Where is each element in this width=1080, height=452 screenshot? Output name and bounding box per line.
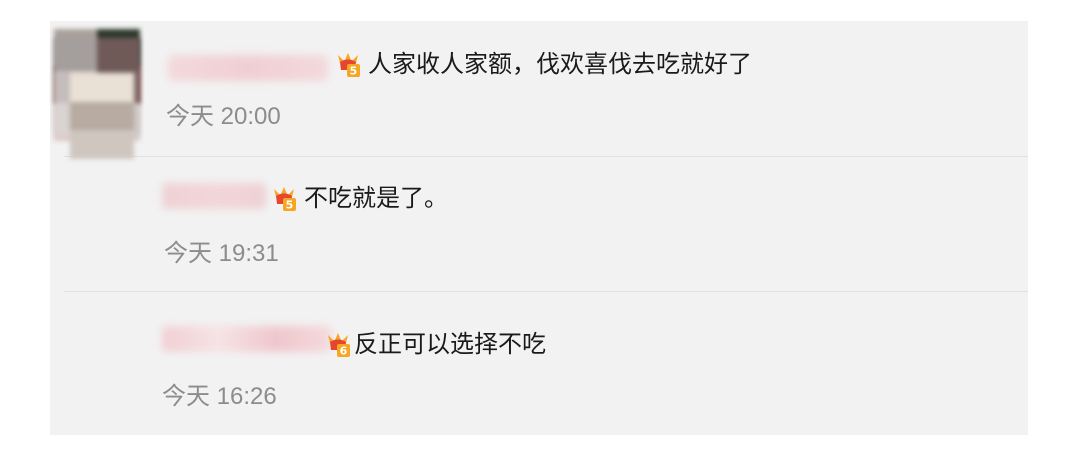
badge-level: 6 xyxy=(340,345,348,358)
comment-timestamp: 今天 20:00 xyxy=(166,103,281,130)
comment-text: 不吃就是了。 xyxy=(304,184,448,212)
level-badge-icon: 6 xyxy=(328,333,350,358)
comment-item xyxy=(50,291,1028,435)
username-blurred[interactable] xyxy=(168,55,328,81)
avatar[interactable] xyxy=(70,73,134,159)
comment-timestamp: 今天 16:26 xyxy=(162,383,277,410)
comment-list: 5 人家收人家额，伐欢喜伐去吃就好了 今天 20:00 5 不吃就是了。 今天 … xyxy=(50,21,1028,435)
comment-text: 反正可以选择不吃 xyxy=(354,330,546,358)
badge-level: 5 xyxy=(286,199,294,212)
comment-timestamp: 今天 19:31 xyxy=(164,240,279,267)
level-badge-icon: 5 xyxy=(338,53,360,78)
username-blurred[interactable] xyxy=(162,326,332,352)
level-badge-icon: 5 xyxy=(274,187,296,212)
comment-text: 人家收人家额，伐欢喜伐去吃就好了 xyxy=(368,50,752,78)
comment-item xyxy=(50,156,1028,291)
badge-level: 5 xyxy=(350,65,358,78)
comment-item xyxy=(50,21,1028,156)
username-blurred[interactable] xyxy=(162,183,266,209)
